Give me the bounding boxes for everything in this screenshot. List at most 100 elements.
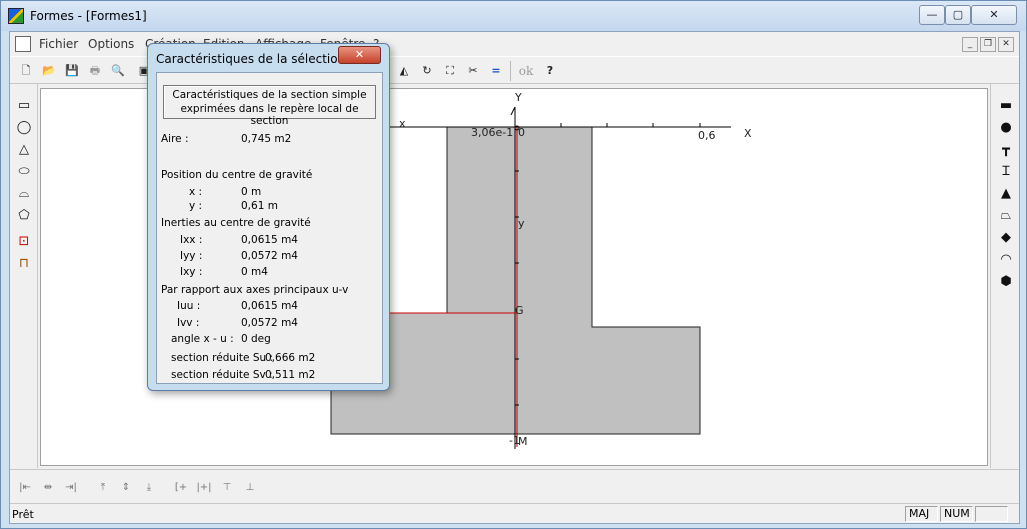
dialog-close-button[interactable]: ✕ [338,46,381,64]
iuu-label: Iuu : [177,300,201,312]
align-middle-icon[interactable]: ⇕ [115,477,137,497]
filled-arc-icon[interactable]: ◠ [995,250,1017,270]
header-line-1: Caractéristiques de la section simple [172,89,367,101]
x-axis-label: X [744,127,752,140]
triangle-tool-icon[interactable]: △ [13,140,35,160]
caps-lock-indicator: MAJ [905,506,938,522]
polygon-tool-icon[interactable]: ⬠ [13,206,35,226]
point-m-label: M [518,435,528,448]
align-top-icon[interactable]: ⤒ [92,477,114,497]
ixy-value: 0 m4 [241,266,268,278]
dialog-title: Caractéristiques de la sélection [156,52,346,66]
ellipse-tool-icon[interactable]: ⬭ [13,162,35,182]
iyy-label: Iyy : [180,250,203,262]
document-icon[interactable] [15,36,31,52]
cg-title: Position du centre de gravité [161,169,313,181]
mdi-minimize-button[interactable]: _ [962,37,978,52]
arc-tool-icon[interactable]: ⌓ [13,184,35,204]
cg-x-label: x : [189,186,203,198]
num-lock-indicator: NUM [940,506,973,522]
space-v-icon[interactable]: ⊥ [239,477,261,497]
iyy-value: 0,0572 m4 [241,250,298,262]
header-line-2: exprimées dans le repère local de sectio… [180,103,359,127]
open-folder-icon[interactable]: 📂 [39,61,59,81]
sv-label: section réduite Sv : [171,369,273,381]
centroid-g-label: G [515,304,524,317]
mdi-close-button[interactable]: ✕ [998,37,1014,52]
maximize-button[interactable]: ▢ [945,5,971,25]
app-icon[interactable] [8,8,24,24]
menu-fichier[interactable]: Fichier [39,37,78,51]
mirror-icon[interactable]: ◭ [394,61,414,81]
alignment-toolbar: |⇤ ⇹ ⇥| ⤒ ⇕ ⤓ [+ |+| ⊤ ⊥ [10,469,1019,501]
inerties-title: Inerties au centre de gravité [161,217,311,229]
align-right-icon[interactable]: ⇥| [60,477,82,497]
minimize-button[interactable]: — [919,5,945,25]
ivv-label: Ivv : [177,317,200,329]
ixx-value: 0,0615 m4 [241,234,298,246]
status-text: Prêt [12,508,34,521]
aire-value: 0,745 m2 [241,133,292,145]
ixy-label: Ixy : [180,266,203,278]
ivv-value: 0,0572 m4 [241,317,298,329]
angle-label: angle x - u : [171,333,234,345]
trapezoid-icon[interactable]: ⏢ [995,206,1017,226]
section-header-box: Caractéristiques de la section simple ex… [163,85,376,127]
contour-tool-icon[interactable]: ⊓ [13,254,35,274]
distribute-h-icon[interactable]: [+ [170,477,192,497]
aire-label: Aire : [161,133,189,145]
window-title: Formes - [Formes1] [30,9,147,23]
t-profile-icon[interactable]: ┳ [995,140,1017,160]
principal-axes-title: Par rapport aux axes principaux u-v [161,284,349,296]
cg-y-label: y : [189,200,203,212]
su-label: section réduite Su : [171,352,274,364]
y-axis-label: Y [515,91,522,104]
ok-button[interactable]: ok [516,61,536,81]
new-file-icon[interactable]: 🗋 [16,61,36,81]
title-bar[interactable]: Formes - [Formes1] — ▢ ✕ [1,1,1026,31]
left-shape-toolbar: ▭ ◯ △ ⬭ ⌓ ⬠ ⊡ ⊓ [10,84,38,468]
rectangle-tool-icon[interactable]: ▭ [13,96,35,116]
filled-circle-icon[interactable]: ● [995,118,1017,138]
align-bottom-icon[interactable]: ⤓ [138,477,160,497]
equal-icon[interactable]: = [486,61,506,81]
scissors-icon[interactable]: ✂ [463,61,483,81]
filled-triangle-icon[interactable]: ▲ [995,184,1017,204]
menu-options[interactable]: Options [88,37,134,51]
right-profile-toolbar: ▬ ● ┳ Ɪ ▲ ⏢ ◆ ◠ ⬢ [990,84,1019,468]
local-y-label: y [518,217,525,230]
filled-rectangle-icon[interactable]: ▬ [995,96,1017,116]
frame-select-icon[interactable]: ⛶ [440,61,460,81]
dialog-body: Caractéristiques de la section simple ex… [156,72,383,384]
iuu-value: 0,0615 m4 [241,300,298,312]
circle-tool-icon[interactable]: ◯ [13,118,35,138]
mdi-restore-button[interactable]: ❐ [980,37,996,52]
angle-value: 0 deg [241,333,271,345]
scroll-lock-indicator [975,506,1008,522]
toolbar-separator [510,61,511,81]
close-button[interactable]: ✕ [971,5,1017,25]
filled-diamond-icon[interactable]: ◆ [995,228,1017,248]
align-center-h-icon[interactable]: ⇹ [37,477,59,497]
point-tool-icon[interactable]: ⊡ [13,232,35,252]
rotate-icon[interactable]: ↻ [417,61,437,81]
align-left-icon[interactable]: |⇤ [14,477,36,497]
x-tick-label-zero: 0 [518,126,525,139]
space-h-icon[interactable]: |+| [193,477,215,497]
local-x-label: x [399,117,406,130]
selection-properties-dialog[interactable]: Caractéristiques de la sélection ✕ Carac… [147,43,390,391]
sv-value: 0,511 m2 [265,369,316,381]
status-bar: Prêt MAJ NUM [10,503,1019,523]
save-icon[interactable]: 💾 [62,61,82,81]
i-profile-icon[interactable]: Ɪ [995,162,1017,182]
ixx-label: Ixx : [180,234,203,246]
cg-y-value: 0,61 m [241,200,278,212]
help-button[interactable]: ? [540,61,560,81]
print-icon[interactable]: 🖶 [85,61,105,81]
cg-x-value: 0 m [241,186,262,198]
x-tick-label-right: 0,6 [698,129,716,142]
hexagon-icon[interactable]: ⬢ [995,272,1017,292]
print-preview-icon[interactable]: 🔍 [108,61,128,81]
x-tick-label-left: 3,06e-1 [471,126,514,139]
distribute-v-icon[interactable]: ⊤ [216,477,238,497]
